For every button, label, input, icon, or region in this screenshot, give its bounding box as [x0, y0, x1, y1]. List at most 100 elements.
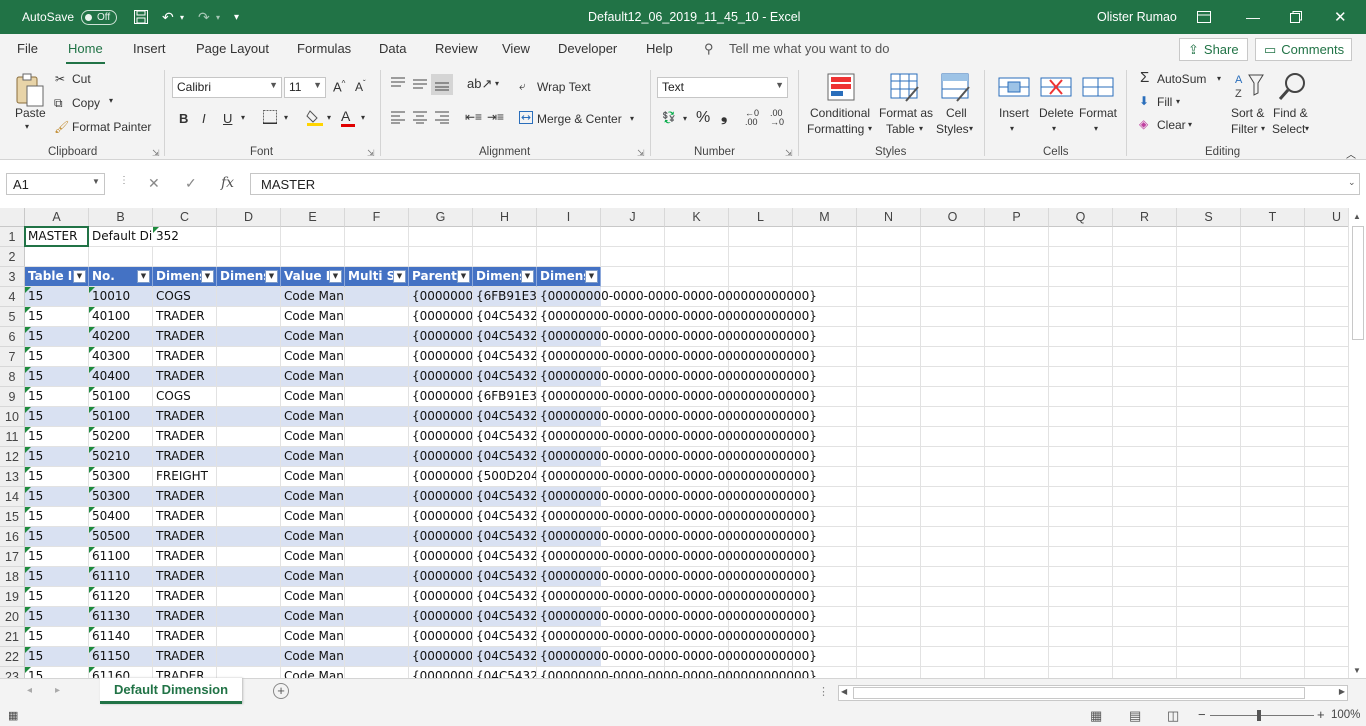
cell[interactable] [857, 587, 921, 607]
cell[interactable] [1177, 287, 1241, 307]
table-cell[interactable]: 15 [25, 467, 89, 487]
cell[interactable] [857, 527, 921, 547]
sort-dropdown-icon[interactable]: ▾ [1261, 124, 1265, 133]
merge-dropdown-icon[interactable]: ▾ [630, 114, 634, 123]
cell[interactable] [921, 387, 985, 407]
cell[interactable] [985, 467, 1049, 487]
table-cell[interactable] [217, 327, 281, 347]
cell[interactable] [1177, 667, 1241, 678]
table-cell[interactable]: 50300 [89, 467, 153, 487]
cell[interactable] [1241, 467, 1305, 487]
cell-styles-dropdown-icon[interactable]: ▾ [969, 124, 973, 133]
format-painter-icon[interactable]: 🖌 [54, 120, 69, 134]
table-cell[interactable]: {04C54320 [473, 487, 537, 507]
table-cell[interactable]: {00000000 [409, 307, 473, 327]
scroll-left-icon[interactable]: ◀ [841, 687, 847, 696]
format-as-table-button[interactable]: Format as [879, 106, 933, 120]
table-cell[interactable]: Code Man [281, 627, 345, 647]
cell[interactable] [89, 247, 153, 267]
zoom-in-icon[interactable]: + [1317, 707, 1325, 722]
cell[interactable] [985, 267, 1049, 287]
table-cell[interactable]: TRADER [153, 407, 217, 427]
cell[interactable] [857, 407, 921, 427]
autosum-button[interactable]: AutoSum [1157, 72, 1206, 86]
redo-dropdown-icon[interactable]: ▾ [216, 0, 220, 34]
table-cell[interactable]: {04C54320 [473, 607, 537, 627]
cell[interactable] [1049, 607, 1113, 627]
cell[interactable] [985, 307, 1049, 327]
cell[interactable] [921, 407, 985, 427]
decrease-font-icon[interactable]: Aˇ [355, 79, 366, 94]
cell[interactable] [921, 607, 985, 627]
table-cell[interactable]: 40100 [89, 307, 153, 327]
cell[interactable] [1113, 267, 1177, 287]
cell[interactable] [1241, 247, 1305, 267]
cell[interactable] [857, 447, 921, 467]
table-cell[interactable]: 15 [25, 487, 89, 507]
horizontal-scrollbar[interactable]: ◀ ▶ [838, 685, 1348, 701]
table-cell[interactable] [217, 347, 281, 367]
cell[interactable] [729, 247, 793, 267]
font-color-icon[interactable]: A [341, 108, 355, 127]
table-header-cell[interactable]: Parentl ▼ [409, 267, 473, 287]
table-cell[interactable] [217, 587, 281, 607]
table-cell[interactable]: TRADER [153, 367, 217, 387]
column-header[interactable]: T [1241, 208, 1305, 227]
tab-data[interactable]: Data [379, 41, 406, 56]
table-cell[interactable]: TRADER [153, 667, 217, 678]
table-cell[interactable]: 50210 [89, 447, 153, 467]
merge-center-button[interactable]: Merge & Center [537, 112, 622, 126]
table-cell[interactable] [345, 487, 409, 507]
formula-input[interactable]: MASTER [250, 173, 1360, 195]
font-size-dropdown[interactable]: 11 ▼ [284, 77, 326, 98]
table-header-cell[interactable]: No. ▼ [89, 267, 153, 287]
table-cell[interactable] [217, 467, 281, 487]
tab-review[interactable]: Review [435, 41, 478, 56]
table-cell[interactable]: {00000000 [409, 327, 473, 347]
cell[interactable] [1113, 487, 1177, 507]
cell[interactable] [985, 367, 1049, 387]
cell[interactable] [857, 247, 921, 267]
cell[interactable] [1113, 507, 1177, 527]
table-cell[interactable]: {04C54320 [473, 347, 537, 367]
cell[interactable] [921, 647, 985, 667]
table-cell[interactable]: 50100 [89, 387, 153, 407]
cell[interactable] [601, 227, 665, 247]
table-cell[interactable]: TRADER [153, 327, 217, 347]
name-box-dropdown-icon[interactable]: ▼ [92, 177, 100, 186]
table-cell[interactable] [217, 427, 281, 447]
name-box[interactable]: A1 [6, 173, 105, 195]
cell[interactable] [857, 607, 921, 627]
cell[interactable] [985, 447, 1049, 467]
table-cell[interactable]: {00000000-0000-0000-0000-000000000000} [537, 287, 817, 307]
minimize-icon[interactable]: — [1246, 0, 1260, 34]
cell[interactable] [1305, 407, 1348, 427]
cell[interactable] [1113, 307, 1177, 327]
table-cell[interactable] [217, 287, 281, 307]
cell[interactable] [729, 227, 793, 247]
table-cell[interactable] [217, 567, 281, 587]
table-cell[interactable]: 50400 [89, 507, 153, 527]
table-cell[interactable] [345, 387, 409, 407]
cell[interactable] [1177, 527, 1241, 547]
decrease-decimal-icon[interactable]: .00 →0 [770, 109, 784, 127]
table-cell[interactable] [217, 447, 281, 467]
table-header-cell[interactable]: Multi S ▼ [345, 267, 409, 287]
cell[interactable] [857, 387, 921, 407]
column-header[interactable]: R [1113, 208, 1177, 227]
cell[interactable] [1177, 247, 1241, 267]
cell[interactable] [1113, 627, 1177, 647]
table-cell[interactable]: 61100 [89, 547, 153, 567]
cell[interactable] [985, 507, 1049, 527]
cell[interactable] [1049, 507, 1113, 527]
wrap-text-icon[interactable]: ⤶ [519, 79, 526, 94]
tab-insert[interactable]: Insert [133, 41, 166, 56]
cell[interactable] [1305, 387, 1348, 407]
table-cell[interactable]: Code Man [281, 547, 345, 567]
row-header[interactable]: 21 [0, 627, 25, 647]
table-cell[interactable]: {04C54320 [473, 647, 537, 667]
table-cell[interactable]: 15 [25, 347, 89, 367]
table-cell[interactable]: {00000000 [409, 587, 473, 607]
cell[interactable] [1305, 307, 1348, 327]
cell[interactable] [857, 427, 921, 447]
